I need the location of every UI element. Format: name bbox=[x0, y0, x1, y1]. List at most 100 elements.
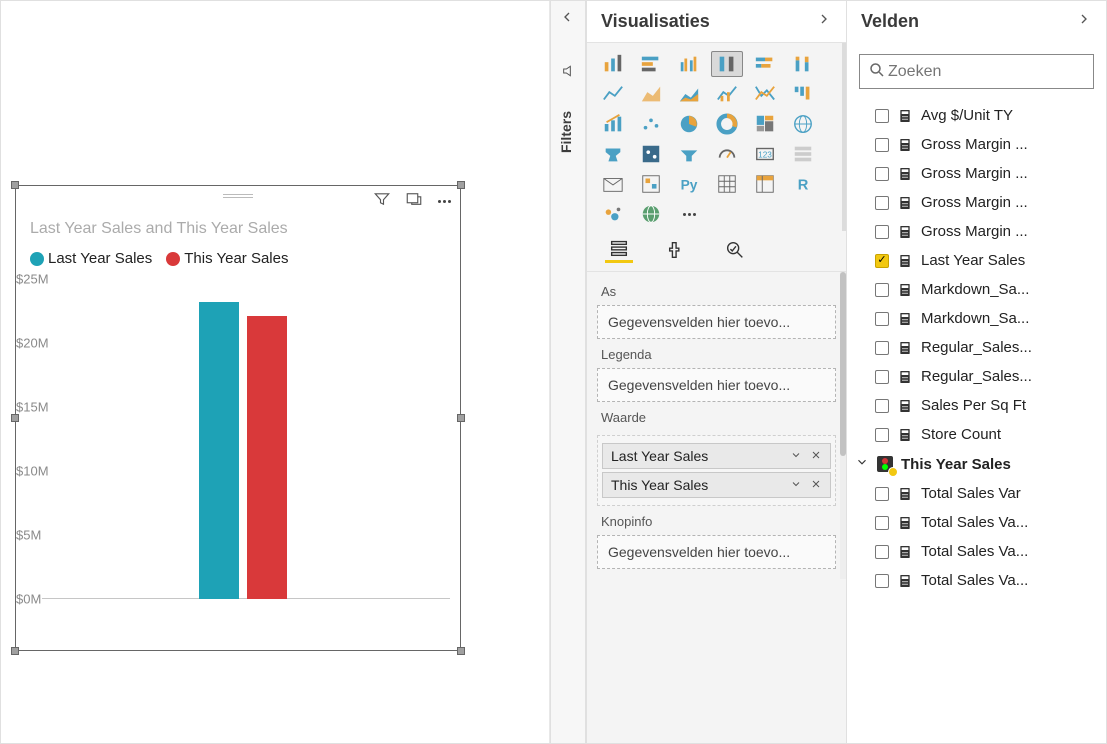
field-checkbox[interactable] bbox=[875, 399, 889, 413]
viz-type-23[interactable] bbox=[787, 141, 819, 167]
viz-type-2[interactable] bbox=[673, 51, 705, 77]
bar-0[interactable] bbox=[199, 302, 239, 599]
collapse-visualizations-icon[interactable] bbox=[816, 11, 832, 32]
viz-type-7[interactable] bbox=[635, 81, 667, 107]
chevron-down-icon[interactable] bbox=[790, 477, 802, 493]
viz-type-18[interactable] bbox=[597, 141, 629, 167]
legend-item-1[interactable]: This Year Sales bbox=[166, 250, 288, 267]
viz-type-28[interactable] bbox=[749, 171, 781, 197]
field-row[interactable]: Gross Margin ... bbox=[847, 217, 1106, 246]
field-row[interactable]: Total Sales Va... bbox=[847, 566, 1106, 595]
remove-field-icon[interactable] bbox=[810, 477, 822, 493]
chevron-down-icon[interactable] bbox=[855, 455, 869, 473]
collapse-fields-icon[interactable] bbox=[1076, 11, 1092, 32]
viz-type-14[interactable] bbox=[673, 111, 705, 137]
chart-visual[interactable]: Last Year Sales and This Year Sales Last… bbox=[15, 185, 461, 651]
field-row[interactable]: Gross Margin ... bbox=[847, 159, 1106, 188]
value-well[interactable]: Last Year Sales This Year Sales bbox=[597, 435, 836, 506]
viz-type-1[interactable] bbox=[635, 51, 667, 77]
viz-type-15[interactable] bbox=[711, 111, 743, 137]
viz-type-21[interactable] bbox=[711, 141, 743, 167]
viz-type-9[interactable] bbox=[711, 81, 743, 107]
field-row[interactable]: Store Count bbox=[847, 420, 1106, 449]
viz-type-19[interactable] bbox=[635, 141, 667, 167]
legend-drop-area[interactable]: Gegevensvelden hier toevo... bbox=[597, 368, 836, 402]
field-checkbox[interactable] bbox=[875, 138, 889, 152]
search-box[interactable] bbox=[859, 54, 1094, 89]
viz-type-4[interactable] bbox=[749, 51, 781, 77]
viz-type-6[interactable] bbox=[597, 81, 629, 107]
field-row[interactable]: Total Sales Va... bbox=[847, 508, 1106, 537]
field-checkbox[interactable] bbox=[875, 283, 889, 297]
axis-drop-area[interactable]: Gegevensvelden hier toevo... bbox=[597, 305, 836, 339]
viz-type-3[interactable] bbox=[711, 51, 743, 77]
viz-type-8[interactable] bbox=[673, 81, 705, 107]
tooltip-drop-area[interactable]: Gegevensvelden hier toevo... bbox=[597, 535, 836, 569]
more-options-icon[interactable] bbox=[437, 193, 452, 208]
viz-type-25[interactable] bbox=[635, 171, 667, 197]
filters-pane-collapsed[interactable]: Filters bbox=[550, 1, 586, 743]
viz-type-22[interactable]: 123 bbox=[749, 141, 781, 167]
viz-type-32[interactable] bbox=[673, 201, 705, 227]
field-row[interactable]: Regular_Sales... bbox=[847, 333, 1106, 362]
field-row[interactable]: Last Year Sales bbox=[847, 246, 1106, 275]
bar-1[interactable] bbox=[247, 316, 287, 599]
viz-type-16[interactable] bbox=[749, 111, 781, 137]
expand-filters-icon[interactable] bbox=[559, 9, 575, 28]
field-row[interactable]: Avg $/Unit TY bbox=[847, 101, 1106, 130]
field-row[interactable]: Sales Per Sq Ft bbox=[847, 391, 1106, 420]
field-checkbox[interactable] bbox=[875, 225, 889, 239]
field-row[interactable]: Regular_Sales... bbox=[847, 362, 1106, 391]
viz-type-29[interactable]: R bbox=[787, 171, 819, 197]
field-checkbox[interactable] bbox=[875, 196, 889, 210]
field-checkbox[interactable] bbox=[875, 516, 889, 530]
measure-icon bbox=[897, 311, 913, 327]
format-tab[interactable] bbox=[663, 237, 691, 263]
wells-scrollbar-thumb[interactable] bbox=[840, 272, 846, 456]
legend-item-0[interactable]: Last Year Sales bbox=[30, 250, 152, 267]
analytics-tab[interactable] bbox=[721, 237, 749, 263]
viz-type-27[interactable] bbox=[711, 171, 743, 197]
field-checkbox[interactable] bbox=[875, 312, 889, 326]
field-checkbox[interactable] bbox=[875, 428, 889, 442]
field-row[interactable]: Markdown_Sa... bbox=[847, 304, 1106, 333]
viz-type-0[interactable] bbox=[597, 51, 629, 77]
table-row[interactable]: This Year Sales bbox=[847, 449, 1106, 479]
field-row[interactable]: Total Sales Var bbox=[847, 479, 1106, 508]
drag-grip-icon[interactable] bbox=[223, 194, 253, 198]
field-row[interactable]: Markdown_Sa... bbox=[847, 275, 1106, 304]
value-pill-1[interactable]: This Year Sales bbox=[602, 472, 831, 498]
viz-type-5[interactable] bbox=[787, 51, 819, 77]
field-checkbox[interactable] bbox=[875, 341, 889, 355]
viz-type-30[interactable] bbox=[597, 201, 629, 227]
wells-scrollbar-track[interactable] bbox=[840, 272, 846, 579]
chevron-down-icon[interactable] bbox=[790, 448, 802, 464]
viz-type-13[interactable] bbox=[635, 111, 667, 137]
field-row[interactable]: Gross Margin ... bbox=[847, 188, 1106, 217]
field-checkbox[interactable] bbox=[875, 545, 889, 559]
field-checkbox[interactable] bbox=[875, 487, 889, 501]
viz-type-11[interactable] bbox=[787, 81, 819, 107]
field-checkbox[interactable] bbox=[875, 370, 889, 384]
measure-icon bbox=[897, 486, 913, 502]
field-checkbox[interactable] bbox=[875, 574, 889, 588]
viz-type-31[interactable] bbox=[635, 201, 667, 227]
report-canvas[interactable]: Last Year Sales and This Year Sales Last… bbox=[1, 1, 550, 743]
field-row[interactable]: Total Sales Va... bbox=[847, 537, 1106, 566]
viz-type-12[interactable] bbox=[597, 111, 629, 137]
field-row[interactable]: Gross Margin ... bbox=[847, 130, 1106, 159]
viz-type-26[interactable]: Py bbox=[673, 171, 705, 197]
field-checkbox[interactable] bbox=[875, 254, 889, 268]
value-pill-0[interactable]: Last Year Sales bbox=[602, 443, 831, 469]
viz-type-24[interactable] bbox=[597, 171, 629, 197]
filter-icon[interactable] bbox=[373, 190, 391, 211]
viz-type-20[interactable] bbox=[673, 141, 705, 167]
fields-tab[interactable] bbox=[605, 237, 633, 263]
search-input[interactable] bbox=[886, 62, 1097, 82]
field-checkbox[interactable] bbox=[875, 109, 889, 123]
remove-field-icon[interactable] bbox=[810, 448, 822, 464]
viz-type-17[interactable] bbox=[787, 111, 819, 137]
viz-type-10[interactable] bbox=[749, 81, 781, 107]
field-checkbox[interactable] bbox=[875, 167, 889, 181]
focus-mode-icon[interactable] bbox=[405, 190, 423, 211]
